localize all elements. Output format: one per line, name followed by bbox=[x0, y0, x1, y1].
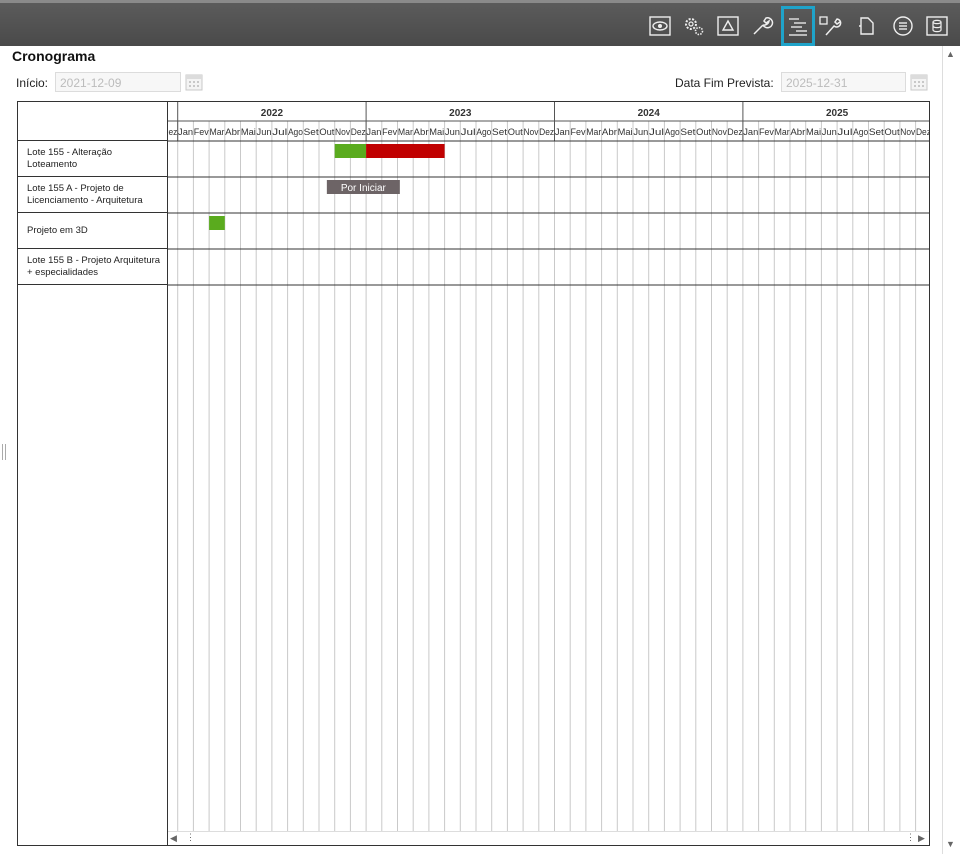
task-row[interactable]: Lote 155 B - Projeto Arquitetura + espec… bbox=[18, 249, 167, 285]
month-label: Nov bbox=[900, 127, 915, 137]
month-label: Out bbox=[885, 127, 901, 137]
database-icon[interactable] bbox=[922, 9, 952, 43]
month-label: Out bbox=[508, 127, 524, 137]
task-column-header bbox=[18, 102, 167, 141]
month-label: Abr bbox=[602, 127, 617, 137]
year-label: 2022 bbox=[261, 108, 284, 119]
year-label: 2024 bbox=[638, 108, 661, 119]
scroll-up-icon[interactable]: ▲ bbox=[946, 49, 955, 59]
month-label: Jul bbox=[649, 127, 664, 137]
month-label: Dez bbox=[351, 127, 366, 137]
task-bar[interactable] bbox=[334, 144, 367, 158]
gantt-icon[interactable] bbox=[781, 6, 815, 46]
end-date-input[interactable]: 2025-12-31 bbox=[781, 72, 906, 92]
month-label: Jan bbox=[366, 127, 381, 137]
page-title: Cronograma bbox=[12, 48, 96, 64]
task-name: Lote 155 - Alteração Loteamento bbox=[27, 146, 113, 170]
month-label: Set bbox=[869, 127, 885, 137]
month-label: Ago bbox=[288, 127, 303, 137]
task-bar[interactable] bbox=[366, 144, 445, 158]
month-label: Jun bbox=[257, 127, 272, 137]
task-name: Projeto em 3D bbox=[27, 224, 88, 236]
month-label: Nov bbox=[712, 127, 727, 137]
eye-icon[interactable] bbox=[645, 9, 675, 43]
month-label: Jun bbox=[445, 127, 460, 137]
task-name: Lote 155 B - Projeto Arquitetura + espec… bbox=[27, 254, 161, 278]
timeline-area: 2022202320242025DezJanFevMarAbrMaiJunJul… bbox=[168, 102, 929, 831]
start-calendar-icon[interactable] bbox=[185, 73, 203, 91]
document-icon[interactable] bbox=[852, 9, 882, 43]
month-label: Nov bbox=[523, 127, 538, 137]
month-label: Mar bbox=[398, 127, 413, 137]
tools-icon[interactable] bbox=[815, 9, 845, 43]
month-label: Dez bbox=[168, 127, 178, 137]
month-label: Set bbox=[680, 127, 696, 137]
month-label: Jan bbox=[178, 127, 193, 137]
month-label: Set bbox=[304, 127, 320, 137]
month-label: Fev bbox=[382, 127, 397, 137]
scroll-handle-right[interactable]: ⋮ bbox=[906, 832, 915, 843]
month-label: Nov bbox=[335, 127, 350, 137]
start-date-label: Início: bbox=[16, 76, 49, 90]
gantt-chart: Lote 155 - Alteração Loteamento Lote 155… bbox=[17, 101, 930, 846]
warning-icon[interactable] bbox=[713, 9, 743, 43]
status-badge-label: Por Iniciar bbox=[341, 183, 387, 194]
vertical-scrollbar[interactable]: ▲ ▼ bbox=[942, 46, 957, 854]
month-label: Jul bbox=[272, 127, 287, 137]
month-label: Set bbox=[492, 127, 508, 137]
month-label: Ago bbox=[853, 127, 868, 137]
gear-icon[interactable] bbox=[679, 9, 709, 43]
month-label: Mai bbox=[241, 127, 256, 137]
task-row[interactable]: Lote 155 - Alteração Loteamento bbox=[18, 141, 167, 177]
month-label: Jan bbox=[743, 127, 758, 137]
month-label: Mai bbox=[429, 127, 444, 137]
month-label: Mar bbox=[209, 127, 224, 137]
task-row[interactable]: Projeto em 3D bbox=[18, 213, 167, 249]
month-label: Abr bbox=[790, 127, 805, 137]
task-bar[interactable] bbox=[209, 216, 225, 230]
task-name: Lote 155 A - Projeto de Licenciamento - … bbox=[27, 182, 143, 206]
start-date-input[interactable]: 2021-12-09 bbox=[55, 72, 181, 92]
month-label: Dez bbox=[539, 127, 554, 137]
month-label: Mar bbox=[775, 127, 790, 137]
month-label: Dez bbox=[916, 127, 929, 137]
month-label: Out bbox=[319, 127, 335, 137]
month-label: Abr bbox=[414, 127, 429, 137]
month-label: Jun bbox=[633, 127, 648, 137]
end-date-label: Data Fim Prevista: bbox=[675, 76, 774, 90]
month-label: Ago bbox=[665, 127, 680, 137]
month-label: Ago bbox=[476, 127, 491, 137]
month-label: Dez bbox=[728, 127, 743, 137]
month-label: Abr bbox=[225, 127, 240, 137]
horizontal-scrollbar[interactable]: ◀ ⋮ ⋮ ▶ bbox=[168, 831, 929, 845]
month-label: Out bbox=[696, 127, 712, 137]
end-calendar-icon[interactable] bbox=[910, 73, 928, 91]
month-label: Jan bbox=[555, 127, 570, 137]
scroll-handle-left[interactable]: ⋮ bbox=[186, 832, 195, 843]
month-label: Fev bbox=[759, 127, 774, 137]
month-label: Jul bbox=[461, 127, 476, 137]
month-label: Mai bbox=[618, 127, 633, 137]
month-label: Mai bbox=[806, 127, 821, 137]
month-label: Mar bbox=[586, 127, 601, 137]
month-label: Jul bbox=[837, 127, 852, 137]
scroll-left-icon[interactable]: ◀ bbox=[170, 833, 177, 844]
task-column: Lote 155 - Alteração Loteamento Lote 155… bbox=[18, 102, 168, 845]
month-label: Fev bbox=[571, 127, 586, 137]
panel-resize-handle[interactable] bbox=[2, 444, 6, 460]
scroll-right-icon[interactable]: ▶ bbox=[918, 833, 925, 844]
year-label: 2025 bbox=[826, 108, 849, 119]
month-label: Fev bbox=[194, 127, 209, 137]
wrench-icon[interactable] bbox=[747, 9, 777, 43]
toolbar bbox=[0, 0, 960, 46]
task-row[interactable]: Lote 155 A - Projeto de Licenciamento - … bbox=[18, 177, 167, 213]
scroll-down-icon[interactable]: ▼ bbox=[946, 839, 955, 849]
list-circle-icon[interactable] bbox=[888, 9, 918, 43]
month-label: Jun bbox=[822, 127, 837, 137]
year-label: 2023 bbox=[449, 108, 472, 119]
